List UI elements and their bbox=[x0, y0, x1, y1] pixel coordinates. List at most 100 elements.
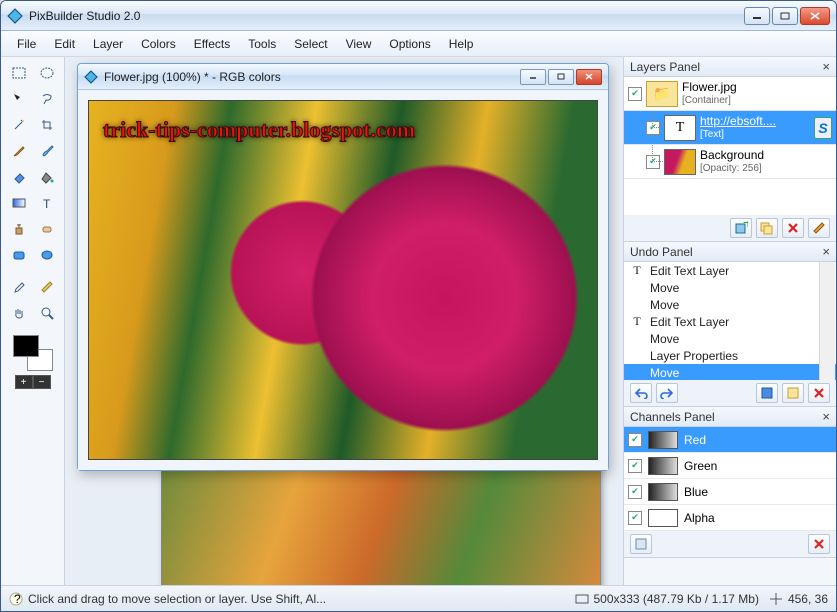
color-swatch[interactable] bbox=[13, 335, 53, 371]
close-button[interactable] bbox=[800, 7, 830, 25]
panels: Layers Panel× ✔ 📁 Flower.jpg[Container] … bbox=[623, 57, 836, 585]
menu-colors[interactable]: Colors bbox=[133, 33, 184, 55]
layer-properties-button[interactable] bbox=[808, 218, 830, 238]
svg-text:＋: ＋ bbox=[742, 221, 748, 230]
tool-pencil[interactable] bbox=[6, 139, 32, 163]
layer-thumb-image bbox=[664, 149, 696, 175]
layers-panel: Layers Panel× ✔ 📁 Flower.jpg[Container] … bbox=[624, 57, 836, 242]
undo-item[interactable]: Move bbox=[624, 296, 836, 313]
text-icon: T bbox=[630, 263, 644, 278]
doc-close-button[interactable] bbox=[576, 69, 602, 85]
menu-view[interactable]: View bbox=[338, 33, 380, 55]
channel-visible-checkbox[interactable]: ✔ bbox=[628, 459, 642, 473]
swatch-swap[interactable]: − bbox=[33, 375, 51, 389]
undo-panel-close-icon[interactable]: × bbox=[822, 244, 830, 259]
tool-ellipse-select[interactable] bbox=[34, 61, 60, 85]
scrollbar[interactable] bbox=[819, 262, 835, 380]
tool-ellipse-shape[interactable] bbox=[34, 243, 60, 267]
layer-delete-button[interactable] bbox=[782, 218, 804, 238]
document-titlebar[interactable]: Flower.jpg (100%) * - RGB colors bbox=[78, 64, 608, 90]
undo-item[interactable]: TEdit Text Layer bbox=[624, 262, 836, 279]
menu-help[interactable]: Help bbox=[441, 33, 482, 55]
tool-zoom[interactable] bbox=[34, 301, 60, 325]
layer-new-button[interactable]: ＋ bbox=[730, 218, 752, 238]
channels-panel-close-icon[interactable]: × bbox=[822, 409, 830, 424]
undo-panel-title: Undo Panel bbox=[630, 245, 693, 259]
history-clear-button[interactable] bbox=[808, 383, 830, 403]
channel-thumb bbox=[648, 509, 678, 527]
menu-edit[interactable]: Edit bbox=[46, 33, 83, 55]
channel-row[interactable]: ✔Alpha bbox=[624, 505, 836, 531]
channel-thumb bbox=[648, 431, 678, 449]
channels-panel: Channels Panel × ✔Red ✔Green ✔Blue ✔Alpha bbox=[624, 407, 836, 558]
channel-visible-checkbox[interactable]: ✔ bbox=[628, 485, 642, 499]
channel-visible-checkbox[interactable]: ✔ bbox=[628, 433, 642, 447]
hint-icon: ? bbox=[9, 592, 23, 606]
undo-item[interactable]: TEdit Text Layer bbox=[624, 313, 836, 330]
tool-rect-select[interactable] bbox=[6, 61, 32, 85]
foreground-color[interactable] bbox=[13, 335, 39, 357]
document-title: Flower.jpg (100%) * - RGB colors bbox=[104, 70, 520, 84]
history-save-button[interactable] bbox=[756, 383, 778, 403]
tool-wand[interactable] bbox=[6, 113, 32, 137]
layer-visible-checkbox[interactable]: ✔ bbox=[646, 155, 660, 169]
menu-file[interactable]: File bbox=[9, 33, 44, 55]
doc-maximize-button[interactable] bbox=[548, 69, 574, 85]
channel-row[interactable]: ✔Red bbox=[624, 427, 836, 453]
menu-layer[interactable]: Layer bbox=[85, 33, 131, 55]
layer-visible-checkbox[interactable]: ✔ bbox=[646, 121, 660, 135]
menu-select[interactable]: Select bbox=[286, 33, 335, 55]
tool-hand[interactable] bbox=[6, 301, 32, 325]
channel-visible-checkbox[interactable]: ✔ bbox=[628, 511, 642, 525]
maximize-button[interactable] bbox=[772, 7, 798, 25]
history-snapshot-button[interactable] bbox=[782, 383, 804, 403]
tool-eraser[interactable] bbox=[6, 165, 32, 189]
document-canvas[interactable]: trick-tips-computer.blogspot.com bbox=[88, 100, 598, 460]
undo-item[interactable]: Move bbox=[624, 364, 836, 380]
tool-measure[interactable] bbox=[34, 275, 60, 299]
svg-text:T: T bbox=[43, 197, 51, 210]
layer-visible-checkbox[interactable]: ✔ bbox=[628, 87, 642, 101]
status-dimensions: 500x333 (487.79 Kb / 1.17 Mb) bbox=[594, 592, 759, 606]
document-window[interactable]: Flower.jpg (100%) * - RGB colors trick-t… bbox=[77, 63, 609, 471]
doc-minimize-button[interactable] bbox=[520, 69, 546, 85]
svg-text:?: ? bbox=[14, 592, 21, 606]
layers-panel-close-icon[interactable]: × bbox=[822, 59, 830, 74]
menubar: File Edit Layer Colors Effects Tools Sel… bbox=[1, 31, 836, 57]
channel-row[interactable]: ✔Blue bbox=[624, 479, 836, 505]
layer-row[interactable]: ✔ T http://ebsoft....[Text] S bbox=[624, 111, 836, 145]
minimize-button[interactable] bbox=[744, 7, 770, 25]
tool-crop[interactable] bbox=[34, 113, 60, 137]
channel-thumb bbox=[648, 483, 678, 501]
tool-eyedropper[interactable] bbox=[6, 275, 32, 299]
layer-row[interactable]: ✔ 📁 Flower.jpg[Container] bbox=[624, 77, 836, 111]
tool-brush[interactable] bbox=[34, 139, 60, 163]
tool-clone[interactable] bbox=[6, 217, 32, 241]
layer-duplicate-button[interactable] bbox=[756, 218, 778, 238]
channel-toggle-button[interactable] bbox=[630, 534, 652, 554]
menu-tools[interactable]: Tools bbox=[240, 33, 284, 55]
undo-button[interactable] bbox=[630, 383, 652, 403]
undo-item[interactable]: Layer Properties bbox=[624, 347, 836, 364]
swatch-reset[interactable]: + bbox=[15, 375, 33, 389]
channels-panel-title: Channels Panel bbox=[630, 410, 715, 424]
tool-move[interactable] bbox=[6, 87, 32, 111]
tool-lasso[interactable] bbox=[34, 87, 60, 111]
undo-item[interactable]: Move bbox=[624, 330, 836, 347]
tool-rect-shape[interactable] bbox=[6, 243, 32, 267]
layer-link-icon[interactable]: S bbox=[814, 117, 832, 139]
titlebar[interactable]: PixBuilder Studio 2.0 bbox=[1, 1, 836, 31]
redo-button[interactable] bbox=[656, 383, 678, 403]
tool-gradient[interactable] bbox=[6, 191, 32, 215]
menu-options[interactable]: Options bbox=[381, 33, 438, 55]
menu-effects[interactable]: Effects bbox=[186, 33, 238, 55]
channel-row[interactable]: ✔Green bbox=[624, 453, 836, 479]
layer-row[interactable]: ✔ Background[Opacity: 256] bbox=[624, 145, 836, 179]
status-coords: 456, 36 bbox=[788, 592, 828, 606]
channel-delete-button[interactable] bbox=[808, 534, 830, 554]
tool-text[interactable]: T bbox=[34, 191, 60, 215]
undo-item[interactable]: Move bbox=[624, 279, 836, 296]
tool-fill[interactable] bbox=[34, 165, 60, 189]
tool-heal[interactable] bbox=[34, 217, 60, 241]
canvas-area[interactable]: Flower.jpg (100%) * - RGB colors trick-t… bbox=[65, 57, 623, 585]
